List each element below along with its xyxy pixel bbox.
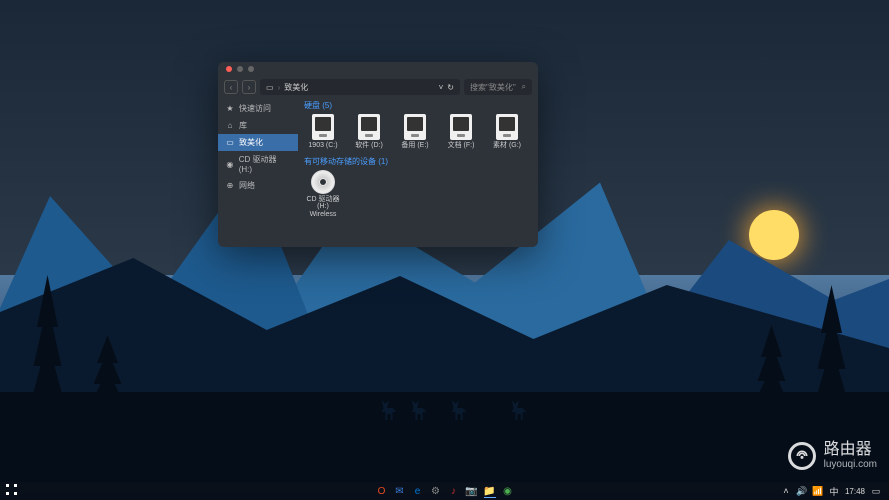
refresh-icon[interactable]: ↻ [447, 83, 454, 92]
drive-e[interactable]: 备用 (E:) [396, 114, 434, 150]
drive-c[interactable]: 1903 (C:) [304, 114, 342, 150]
removable-grid: CD 驱动器 (H:) Wireless [304, 170, 532, 219]
main-content: 硬盘 (5) 1903 (C:) 软件 (D:) 备用 (E:) 文档 (F:) [298, 98, 538, 247]
cd-icon [311, 170, 335, 194]
drive-icon [450, 114, 472, 140]
drives-grid: 1903 (C:) 软件 (D:) 备用 (E:) 文档 (F:) 素材 (G:… [304, 114, 532, 150]
drive-g[interactable]: 素材 (G:) [488, 114, 526, 150]
chevron-up-icon[interactable]: ˄ [781, 486, 791, 496]
language-icon[interactable]: 中 [829, 486, 839, 496]
library-icon: ⌂ [226, 122, 234, 130]
titlebar[interactable] [218, 62, 538, 76]
address-bar[interactable]: ▭ › 致美化 ˅ ↻ [260, 79, 460, 95]
taskbar-app-edge[interactable]: e [410, 484, 426, 498]
taskbar-app-explorer[interactable]: 📁 [482, 484, 498, 498]
network-icon: ⊕ [226, 182, 234, 190]
drive-d[interactable]: 软件 (D:) [350, 114, 388, 150]
toolbar: ‹ › ▭ › 致美化 ˅ ↻ 搜索"致美化" ⌕ [218, 76, 538, 98]
breadcrumb-current[interactable]: 致美化 [284, 82, 308, 93]
taskbar-app-chrome[interactable]: ◉ [500, 484, 516, 498]
sidebar-item-zhimeihua[interactable]: ▭ 致美化 [218, 134, 298, 151]
taskbar-app-mail[interactable]: ✉ [392, 484, 408, 498]
taskbar-apps: O✉e⚙♪📷📁◉ [374, 484, 516, 498]
drive-f[interactable]: 文档 (F:) [442, 114, 480, 150]
watermark-title: 路由器 [824, 441, 877, 459]
chevron-down-icon[interactable]: ˅ [439, 83, 444, 92]
folder-icon: ▭ [226, 139, 234, 147]
start-button[interactable] [6, 484, 20, 498]
maximize-button[interactable] [248, 66, 254, 72]
section-header-drives[interactable]: 硬盘 (5) [304, 100, 532, 111]
sidebar-item-label: 网络 [239, 180, 255, 191]
taskbar-app-settings[interactable]: ⚙ [428, 484, 444, 498]
sidebar-item-label: 致美化 [239, 137, 263, 148]
drive-icon [496, 114, 518, 140]
search-placeholder: 搜索"致美化" [470, 82, 516, 93]
sidebar-item-label: 库 [239, 120, 247, 131]
sidebar-item-label: CD 驱动器 (H:) [239, 154, 290, 174]
file-explorer-window[interactable]: ‹ › ▭ › 致美化 ˅ ↻ 搜索"致美化" ⌕ ★ 快速访问 ⌂ 库 ▭ 致 [218, 62, 538, 247]
cd-drive-h[interactable]: CD 驱动器 (H:) Wireless [304, 170, 342, 219]
drive-icon [358, 114, 380, 140]
search-icon: ⌕ [522, 82, 526, 92]
sidebar-item-label: 快速访问 [239, 103, 271, 114]
watermark: 路由器 luyouqi.com [788, 441, 877, 470]
router-icon [788, 442, 816, 470]
taskbar-app-camera[interactable]: 📷 [464, 484, 480, 498]
close-button[interactable] [226, 66, 232, 72]
search-input[interactable]: 搜索"致美化" ⌕ [464, 79, 532, 95]
notifications-icon[interactable]: ▭ [871, 486, 881, 496]
taskbar-app-music[interactable]: ♪ [446, 484, 462, 498]
taskbar-app-office[interactable]: O [374, 484, 390, 498]
sidebar-item-network[interactable]: ⊕ 网络 [218, 177, 298, 194]
sidebar-item-cd-drive[interactable]: ◉ CD 驱动器 (H:) [218, 151, 298, 177]
back-button[interactable]: ‹ [224, 80, 238, 94]
system-tray: ˄ 🔊 📶 中 17:48 ▭ [781, 486, 889, 496]
monitor-icon: ▭ [266, 83, 274, 92]
watermark-url: luyouqi.com [824, 459, 877, 470]
minimize-button[interactable] [237, 66, 243, 72]
sidebar: ★ 快速访问 ⌂ 库 ▭ 致美化 ◉ CD 驱动器 (H:) ⊕ 网络 [218, 98, 298, 247]
forward-button[interactable]: › [242, 80, 256, 94]
wifi-icon[interactable]: 📶 [813, 486, 823, 496]
star-icon: ★ [226, 105, 234, 113]
section-header-removable[interactable]: 有可移动存储的设备 (1) [304, 156, 532, 167]
drive-icon [312, 114, 334, 140]
clock[interactable]: 17:48 [845, 487, 865, 496]
taskbar: O✉e⚙♪📷📁◉ ˄ 🔊 📶 中 17:48 ▭ [0, 482, 889, 500]
sidebar-item-libraries[interactable]: ⌂ 库 [218, 117, 298, 134]
sidebar-item-quick-access[interactable]: ★ 快速访问 [218, 100, 298, 117]
volume-icon[interactable]: 🔊 [797, 486, 807, 496]
disc-icon: ◉ [226, 160, 234, 168]
drive-icon [404, 114, 426, 140]
